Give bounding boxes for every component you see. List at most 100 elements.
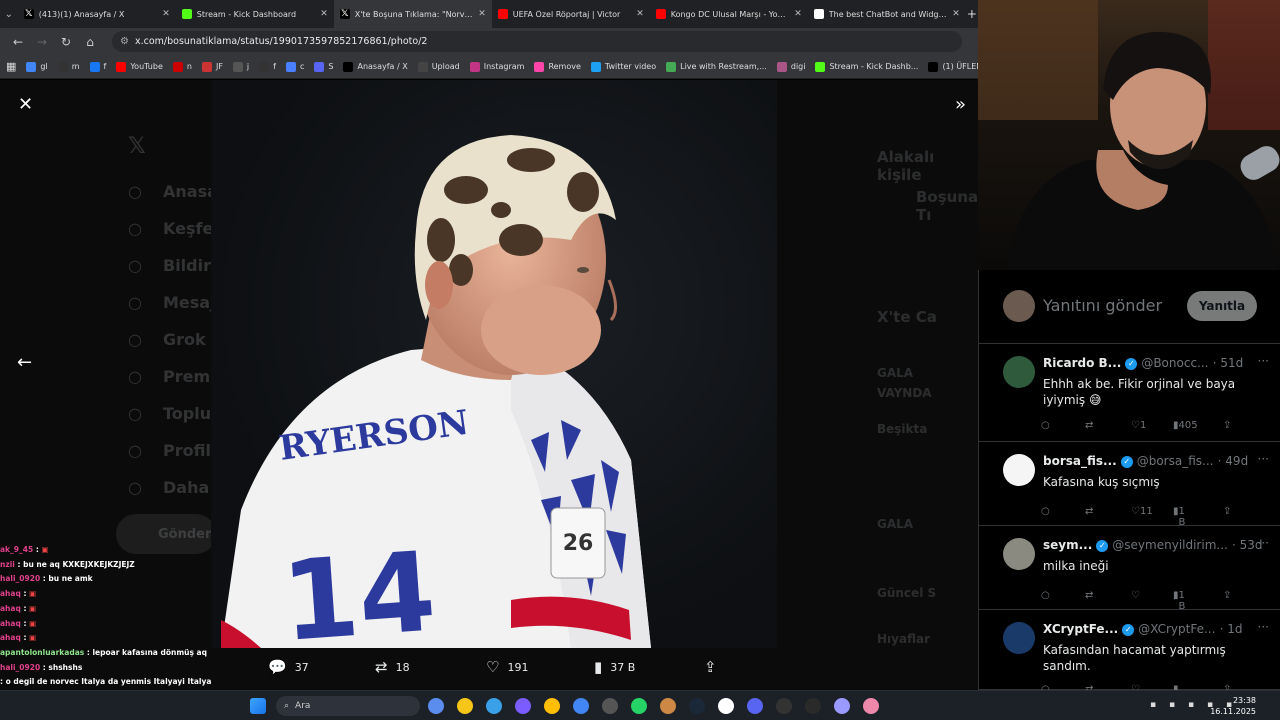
- taskbar-app-icon[interactable]: [834, 698, 850, 714]
- bookmark-7[interactable]: f: [259, 61, 276, 72]
- reply-post[interactable]: XCryptFe... ✓ @XCryptFe... · 1d ··· Kafasınd…: [979, 610, 1280, 695]
- bookmark-9[interactable]: S: [314, 61, 333, 72]
- bookmark-3[interactable]: YouTube: [116, 61, 163, 72]
- bookmark-10[interactable]: Anasayfa / X: [343, 61, 408, 72]
- reply-submit-button[interactable]: Yanıtla: [1187, 291, 1257, 321]
- close-tab-icon[interactable]: ✕: [794, 9, 802, 19]
- close-tab-icon[interactable]: ✕: [162, 9, 170, 19]
- reply-author[interactable]: XCryptFe... ✓ @XCryptFe... · 1d: [1043, 622, 1242, 636]
- taskbar-app-icon[interactable]: [747, 698, 763, 714]
- taskbar-app-icon[interactable]: [457, 698, 473, 714]
- reply-post[interactable]: borsa_fis... ✓ @borsa_fis... · 49d ··· Kafas…: [979, 442, 1280, 528]
- tab-3[interactable]: UEFA Özel Röportaj | Victor ✕: [492, 0, 650, 28]
- new-tab-button[interactable]: +: [966, 7, 978, 21]
- bookmark-14[interactable]: Twitter video: [590, 61, 656, 72]
- mic-icon[interactable]: ▪: [1169, 700, 1175, 710]
- bookmark-15[interactable]: Live with Restream,...: [666, 61, 767, 72]
- taskbar-app-icon[interactable]: [776, 698, 792, 714]
- apps-icon[interactable]: ▦: [6, 60, 16, 73]
- taskbar-app-icon[interactable]: [602, 698, 618, 714]
- views-icon[interactable]: ▮ 1 B: [1173, 506, 1185, 528]
- reply-avatar[interactable]: [1003, 622, 1035, 654]
- taskbar-app-icon[interactable]: [689, 698, 705, 714]
- views-action[interactable]: ▮ 37 B: [594, 658, 635, 676]
- system-clock[interactable]: 23:38 16.11.2025: [1210, 695, 1256, 717]
- share-icon[interactable]: ⇪: [1223, 590, 1231, 601]
- close-tab-icon[interactable]: ✕: [478, 9, 486, 19]
- bookmark-13[interactable]: Remove: [534, 61, 581, 72]
- taskbar-app-icon[interactable]: [428, 698, 444, 714]
- tab-1[interactable]: Stream - Kick Dashboard ✕: [176, 0, 334, 28]
- reply-author[interactable]: seym... ✓ @seymenyildirim... · 53d: [1043, 538, 1263, 552]
- share-icon[interactable]: ⇪: [1223, 506, 1231, 517]
- taskbar-app-icon[interactable]: [805, 698, 821, 714]
- share-icon[interactable]: ⇪: [1223, 420, 1231, 431]
- bookmark-17[interactable]: Stream - Kick Dashb...: [815, 61, 918, 72]
- taskbar-app-icon[interactable]: [544, 698, 560, 714]
- heart-icon[interactable]: ♡ 1: [1131, 420, 1146, 431]
- repost-icon[interactable]: ⇄: [1085, 590, 1093, 601]
- reply-avatar[interactable]: [1003, 454, 1035, 486]
- close-tab-icon[interactable]: ✕: [320, 9, 328, 19]
- reply-author[interactable]: Ricardo B... ✓ @Bonocc... · 51d: [1043, 356, 1243, 370]
- close-tab-icon[interactable]: ✕: [952, 9, 960, 19]
- taskbar-app-icon[interactable]: [660, 698, 676, 714]
- more-options-icon[interactable]: ···: [1258, 452, 1269, 466]
- bookmark-16[interactable]: digi: [776, 61, 805, 72]
- taskbar-app-icon[interactable]: [863, 698, 879, 714]
- bookmark-6[interactable]: j: [232, 61, 249, 72]
- windows-start-icon[interactable]: [250, 698, 266, 714]
- reload-icon[interactable]: ↻: [54, 35, 78, 49]
- tray-chevron-icon[interactable]: ▪: [1150, 700, 1156, 710]
- forward-icon[interactable]: →: [30, 35, 54, 49]
- bookmark-8[interactable]: c: [285, 61, 304, 72]
- bookmark-11[interactable]: Upload: [417, 61, 460, 72]
- taskbar-app-icon[interactable]: [631, 698, 647, 714]
- tweet-photo[interactable]: 26 RYERSON 14: [211, 80, 777, 648]
- reply-avatar[interactable]: [1003, 538, 1035, 570]
- taskbar-app-icon[interactable]: [718, 698, 734, 714]
- bookmark-1[interactable]: m: [57, 61, 80, 72]
- close-icon[interactable]: ✕: [18, 94, 33, 115]
- home-icon[interactable]: ⌂: [78, 35, 102, 49]
- heart-icon[interactable]: ♡ 11: [1131, 506, 1153, 517]
- reply-input[interactable]: Yanıtını gönder: [1043, 296, 1162, 315]
- bookmark-12[interactable]: Instagram: [469, 61, 524, 72]
- repost-icon[interactable]: ⇄: [1085, 506, 1093, 517]
- close-tab-icon[interactable]: ✕: [636, 9, 644, 19]
- repost-icon[interactable]: ⇄: [1085, 420, 1093, 431]
- taskbar-app-icon[interactable]: [573, 698, 589, 714]
- like-action[interactable]: ♡ 191: [486, 658, 528, 676]
- views-icon[interactable]: ▮ 1 B: [1173, 590, 1185, 612]
- tab-2[interactable]: 𝕏 X'te Boşuna Tıklama: "Norveçli ✕: [333, 0, 492, 28]
- url-bar[interactable]: ⚙ x.com/bosunatiklama/status/19901735978…: [112, 31, 962, 52]
- monitor-icon[interactable]: ▪: [1188, 700, 1194, 710]
- bookmark-0[interactable]: gl: [26, 61, 48, 72]
- reply-avatar[interactable]: [1003, 356, 1035, 388]
- repost-action[interactable]: ⇄ 18: [375, 658, 410, 676]
- tab-5[interactable]: The best ChatBot and Widgets ✕: [808, 0, 966, 28]
- reply-icon[interactable]: ○: [1041, 590, 1050, 601]
- tab-4[interactable]: Kongo DC Ulusal Marşı - YouTu ✕: [650, 0, 808, 28]
- reply-post[interactable]: seym... ✓ @seymenyildirim... · 53d ··· milka…: [979, 526, 1280, 612]
- reply-icon[interactable]: ○: [1041, 420, 1050, 431]
- reply-action[interactable]: 💬 37: [268, 658, 309, 676]
- bookmark-5[interactable]: JF: [201, 61, 223, 72]
- bookmark-2[interactable]: f: [89, 61, 106, 72]
- taskbar-app-icon[interactable]: [486, 698, 502, 714]
- taskbar-search[interactable]: ⌕ Ara: [276, 696, 420, 716]
- tab-search-button[interactable]: ⌄: [0, 4, 18, 24]
- bookmark-4[interactable]: n: [172, 61, 192, 72]
- share-action[interactable]: ⇪: [704, 658, 725, 676]
- heart-icon[interactable]: ♡: [1131, 590, 1140, 601]
- views-icon[interactable]: ▮ 405: [1173, 420, 1198, 431]
- more-options-icon[interactable]: ···: [1258, 620, 1269, 634]
- tab-0[interactable]: 𝕏 (413)(1) Anasayfa / X ✕: [18, 0, 176, 28]
- expand-panel-icon[interactable]: »: [955, 94, 966, 115]
- back-icon[interactable]: ←: [6, 35, 30, 49]
- reply-icon[interactable]: ○: [1041, 506, 1050, 517]
- more-options-icon[interactable]: ···: [1258, 536, 1269, 550]
- taskbar-app-icon[interactable]: [515, 698, 531, 714]
- reply-post[interactable]: Ricardo B... ✓ @Bonocc... · 51d ··· Ehhh ak …: [979, 344, 1280, 442]
- more-options-icon[interactable]: ···: [1258, 354, 1269, 368]
